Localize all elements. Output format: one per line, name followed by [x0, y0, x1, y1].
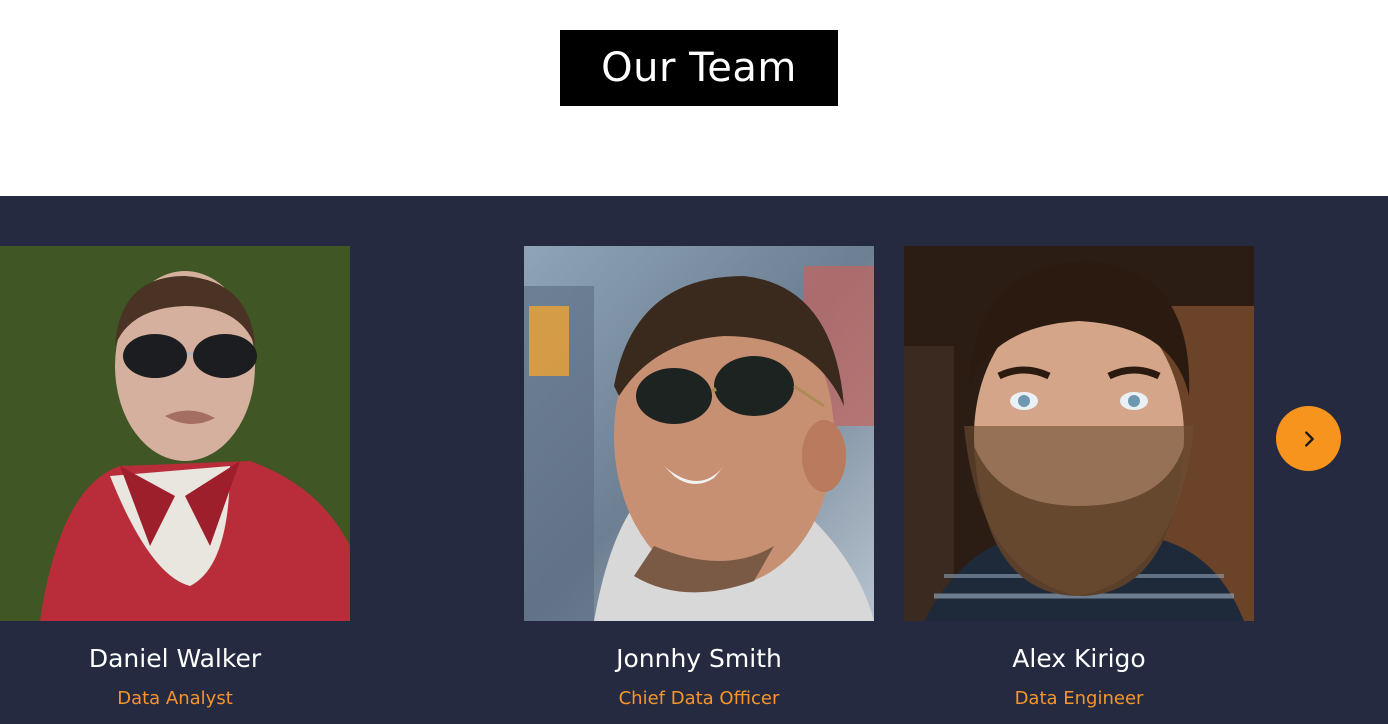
member-role: Chief Data Officer: [618, 688, 780, 709]
team-carousel: Jonnhy Smith Chief Data Officer Alex Kir…: [0, 196, 1388, 724]
member-photo-image: [524, 246, 874, 621]
header-section: Our Team: [0, 0, 1388, 196]
member-name: Alex Kirigo: [1012, 644, 1146, 673]
member-role: Data Engineer: [1014, 688, 1144, 709]
member-photo: [904, 246, 1254, 621]
member-role: Data Analyst: [117, 688, 233, 709]
member-photo-image: [0, 246, 350, 621]
team-card: Jonnhy Smith Chief Data Officer: [524, 246, 874, 724]
carousel-next-button[interactable]: [1276, 406, 1341, 471]
member-photo: [524, 246, 874, 621]
member-photo: [0, 246, 350, 621]
member-name: Jonnhy Smith: [616, 644, 782, 673]
member-name: Daniel Walker: [88, 644, 262, 673]
member-photo-image: [904, 246, 1254, 621]
chevron-right-icon: [1304, 430, 1314, 447]
team-card: Daniel Walker Data Analyst: [0, 246, 350, 724]
section-title: Our Team: [560, 30, 838, 106]
team-card: Alex Kirigo Data Engineer: [904, 246, 1254, 724]
